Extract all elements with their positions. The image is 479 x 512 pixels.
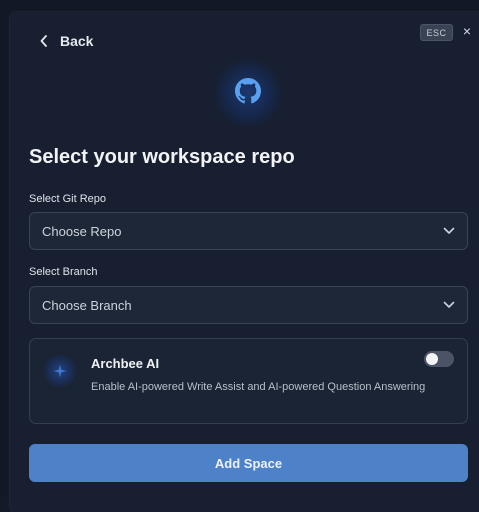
ai-card-title: Archbee AI: [91, 356, 160, 371]
sparkle-icon: [53, 364, 67, 378]
add-space-button[interactable]: Add Space: [29, 444, 468, 482]
ai-icon-glow: [44, 355, 76, 387]
toggle-knob: [426, 353, 438, 365]
chevron-down-icon: [443, 227, 455, 235]
archbee-ai-toggle[interactable]: [424, 351, 454, 367]
chevron-left-icon: [40, 35, 48, 47]
back-button[interactable]: Back: [40, 31, 93, 51]
git-repo-select-value: Choose Repo: [42, 223, 122, 239]
branch-select[interactable]: Choose Branch: [29, 286, 468, 324]
back-label: Back: [60, 33, 94, 49]
close-icon[interactable]: ×: [460, 23, 474, 39]
branch-select-value: Choose Branch: [42, 297, 132, 313]
branch-label: Select Branch: [29, 266, 98, 278]
esc-key-badge: ESC: [420, 24, 453, 41]
github-icon: [235, 78, 261, 104]
git-repo-label: Select Git Repo: [29, 193, 107, 205]
ai-card-description: Enable AI-powered Write Assist and AI-po…: [91, 381, 426, 393]
git-repo-select[interactable]: Choose Repo: [29, 212, 468, 250]
archbee-ai-card: Archbee AI Enable AI-powered Write Assis…: [29, 338, 468, 424]
page-title: Select your workspace repo: [29, 146, 295, 168]
chevron-down-icon: [443, 301, 455, 309]
